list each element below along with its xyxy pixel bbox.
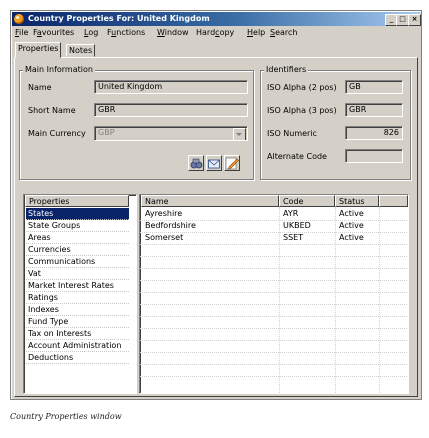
state-name-cell: Ayreshire <box>145 209 183 218</box>
menu-favourites[interactable]: Favourites <box>33 28 74 37</box>
column-header-status[interactable]: Status <box>335 195 379 207</box>
menu-file[interactable]: File <box>15 28 28 37</box>
menu-hardcopy[interactable]: Hardcopy <box>196 28 234 37</box>
main-information-label: Main Information <box>23 65 95 74</box>
row-divider <box>140 304 407 305</box>
property-item-areas[interactable]: Areas <box>26 232 129 244</box>
property-item-state-groups[interactable]: State Groups <box>26 220 129 232</box>
row-divider <box>140 364 407 365</box>
name-label: Name <box>28 83 52 92</box>
figure-caption: Country Properties window <box>10 412 122 421</box>
identifiers-group: Identifiers ISO Alpha (2 pos) GB ISO Alp… <box>260 65 411 180</box>
close-button[interactable]: × <box>408 14 421 26</box>
row-divider <box>140 328 407 329</box>
menu-window[interactable]: Window <box>157 28 189 37</box>
search-button[interactable] <box>188 155 204 171</box>
row-divider <box>140 280 407 281</box>
column-header-filler <box>379 195 408 207</box>
row-divider <box>140 268 407 269</box>
property-item-vat[interactable]: Vat <box>26 268 129 280</box>
iso2-label: ISO Alpha (2 pos) <box>267 83 337 92</box>
row-divider <box>140 340 407 341</box>
state-code-cell: AYR <box>283 209 299 218</box>
iso-numeric-field[interactable]: 826 <box>345 126 403 140</box>
iso2-field[interactable]: GB <box>345 80 403 94</box>
state-name-cell: Bedfordshire <box>145 221 196 230</box>
column-divider <box>335 207 336 393</box>
state-code-cell: SSET <box>283 233 304 242</box>
property-item-fund-type[interactable]: Fund Type <box>26 316 129 328</box>
property-item-communications[interactable]: Communications <box>26 256 129 268</box>
column-divider <box>379 207 380 393</box>
state-code-cell: UKBED <box>283 221 311 230</box>
iso3-label: ISO Alpha (3 pos) <box>267 106 337 115</box>
property-item-market-interest-rates[interactable]: Market Interest Rates <box>26 280 129 292</box>
binoculars-icon <box>190 158 203 169</box>
states-grid[interactable]: Name Code Status Ayreshire AYR Active Be… <box>139 194 409 394</box>
window-title: Country Properties For: United Kingdom <box>28 14 210 23</box>
row-divider <box>140 316 407 317</box>
row-divider <box>140 256 407 257</box>
property-item-states[interactable]: States <box>26 208 129 220</box>
column-divider <box>279 207 280 393</box>
name-field[interactable]: United Kingdom <box>94 80 248 94</box>
column-header-name[interactable]: Name <box>141 195 279 207</box>
short-name-field[interactable]: GBR <box>94 103 248 117</box>
properties-header[interactable]: Properties <box>25 195 129 207</box>
main-information-group: Main Information Name United Kingdom Sho… <box>19 65 254 180</box>
row-divider <box>140 376 407 377</box>
mail-button[interactable] <box>206 155 222 171</box>
menu-help[interactable]: Help <box>247 28 265 37</box>
property-item-tax-on-interests[interactable]: Tax on Interests <box>26 328 129 340</box>
main-currency-select[interactable]: GBP <box>94 126 248 141</box>
chevron-down-icon[interactable] <box>233 128 246 140</box>
iso-numeric-label: ISO Numeric <box>267 129 317 138</box>
menu-log[interactable]: Log <box>84 28 98 37</box>
property-item-indexes[interactable]: Indexes <box>26 304 129 316</box>
iso3-field[interactable]: GBR <box>345 103 403 117</box>
tab-notes[interactable]: Notes <box>66 44 96 57</box>
menu-bar: File Favourites Log Functions Window Har… <box>13 27 419 39</box>
state-status-cell: Active <box>339 233 364 242</box>
properties-list[interactable]: Properties States State Groups Areas Cur… <box>23 194 137 394</box>
edit-pencil-icon <box>225 157 239 170</box>
row-divider <box>140 292 407 293</box>
main-currency-label: Main Currency <box>28 129 86 138</box>
alternate-code-field[interactable] <box>345 149 403 163</box>
short-name-label: Short Name <box>28 106 76 115</box>
identifiers-label: Identifiers <box>264 65 309 74</box>
title-bar[interactable]: Country Properties For: United Kingdom _… <box>12 12 421 26</box>
menu-functions[interactable]: Functions <box>107 28 145 37</box>
column-header-code[interactable]: Code <box>279 195 335 207</box>
state-status-cell: Active <box>339 221 364 230</box>
state-name-cell: Somerset <box>145 233 184 242</box>
main-currency-value: GBP <box>98 128 115 137</box>
menu-search[interactable]: Search <box>270 28 297 37</box>
row-divider <box>140 244 407 245</box>
edit-button[interactable] <box>224 155 240 171</box>
property-item-account-administration[interactable]: Account Administration <box>26 340 129 352</box>
property-item-ratings[interactable]: Ratings <box>26 292 129 304</box>
country-properties-window: Country Properties For: United Kingdom _… <box>10 10 422 400</box>
row-divider <box>140 352 407 353</box>
property-item-deductions[interactable]: Deductions <box>26 352 129 364</box>
tab-properties[interactable]: Properties <box>15 42 62 58</box>
app-globe-icon <box>14 14 24 24</box>
property-item-currencies[interactable]: Currencies <box>26 244 129 256</box>
mail-icon <box>208 159 220 169</box>
state-status-cell: Active <box>339 209 364 218</box>
alternate-code-label: Alternate Code <box>267 152 327 161</box>
properties-tab-panel: Main Information Name United Kingdom Sho… <box>14 57 418 397</box>
